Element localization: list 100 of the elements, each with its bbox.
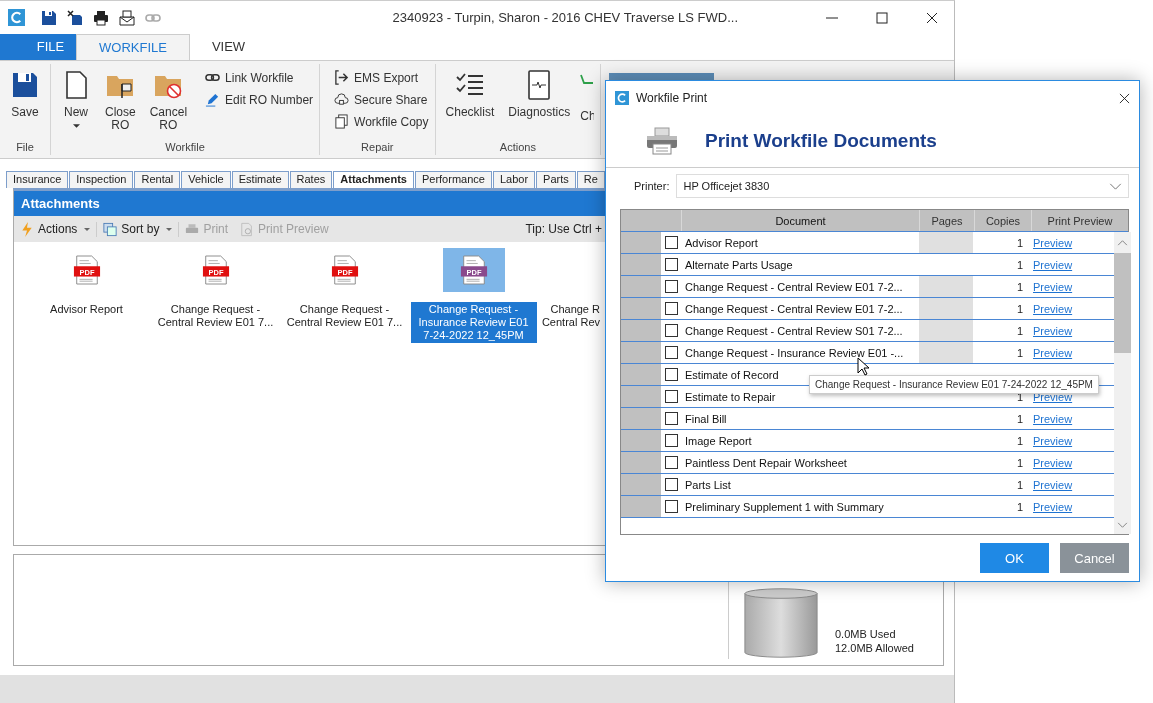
column-header[interactable]: Copies (974, 210, 1031, 231)
bolt-icon (20, 221, 34, 237)
pane-tab[interactable]: Rental (134, 171, 181, 188)
dialog-title: Workfile Print (636, 91, 708, 105)
ribbon-button[interactable]: Edit RO Number (205, 92, 314, 107)
table-cell: Parts List (685, 478, 731, 491)
save-icon[interactable] (41, 9, 57, 26)
preview-link[interactable]: Preview (1033, 258, 1073, 271)
table-cell: 1 (1016, 302, 1023, 315)
ribbon-button[interactable]: Checklist (441, 70, 499, 141)
table-row[interactable]: Change Request - Insurance Review E01 -... 1 Preview (621, 342, 1114, 364)
tooltip: Change Request - Insurance Review E01 7-24-2022 12_45PM (809, 375, 1099, 394)
ribbon-tab[interactable]: VIEW (189, 34, 268, 60)
close-icon[interactable] (1119, 92, 1130, 104)
checkbox[interactable] (664, 500, 678, 513)
pdf-file-icon[interactable]: PDF (459, 254, 488, 286)
pane-tab[interactable]: Parts (536, 171, 576, 188)
maximize-icon[interactable] (876, 11, 888, 24)
checkbox[interactable] (664, 302, 678, 315)
column-header[interactable]: Pages (919, 210, 974, 231)
table-row[interactable]: Change Request - Central Review E01 7-2... 1 Preview (621, 298, 1114, 320)
checkbox[interactable] (664, 236, 678, 249)
ribbon-button[interactable]: New (57, 70, 95, 141)
ribbon-button[interactable]: Ch (580, 70, 595, 141)
column-header[interactable]: Print Preview (1031, 210, 1128, 231)
file-name[interactable]: Change Request - Central Review E01 7... (152, 302, 279, 330)
pane-tab[interactable]: Estimate (231, 171, 289, 188)
storage-allowed: 12.0MB Allowed (835, 641, 914, 655)
printer-label: Printer: (634, 180, 670, 192)
printer-icon[interactable] (93, 9, 109, 26)
pdf-file-icon[interactable]: PDF (201, 254, 230, 286)
ribbon-button[interactable]: Workfile Copy (334, 114, 429, 129)
preview-link[interactable]: Preview (1033, 434, 1073, 447)
ribbon-button[interactable]: Secure Share (334, 92, 429, 107)
checkbox[interactable] (664, 368, 678, 381)
chevron-down-icon (1109, 182, 1122, 190)
pdf-file-icon[interactable]: PDF (330, 254, 359, 286)
toolbar-button[interactable]: Sort by (97, 221, 180, 237)
table-cell: 1 (1016, 434, 1023, 447)
pane-tab[interactable]: Rates (289, 171, 333, 188)
checkbox[interactable] (664, 346, 678, 359)
table-row[interactable]: Paintless Dent Repair Worksheet 1 Preview (621, 452, 1114, 474)
file-name[interactable]: Change R Central Rev (538, 302, 600, 330)
pane-tab[interactable]: Re (576, 171, 605, 188)
table-row[interactable]: Alternate Parts Usage 1 Preview (621, 254, 1114, 276)
file-name[interactable]: Change Request - Central Review E01 7... (281, 302, 408, 330)
checkbox[interactable] (664, 324, 678, 337)
table-row[interactable]: Image Report 1 Preview (621, 430, 1114, 452)
printer-dropdown[interactable]: HP Officejet 3830 (676, 174, 1129, 198)
file-name[interactable]: Change Request - Insurance Review E01 7-24-2022 12_45PM (410, 302, 537, 343)
preview-link[interactable]: Preview (1033, 346, 1073, 359)
ribbon-button[interactable]: Link Workfile (205, 70, 314, 85)
pane-tab[interactable]: Inspection (69, 171, 134, 188)
preview-link[interactable]: Preview (1033, 236, 1073, 249)
sort-icon (103, 221, 118, 237)
table-row[interactable]: Parts List 1 Preview (621, 474, 1114, 496)
pane-tab[interactable]: Insurance (6, 171, 69, 188)
checkbox[interactable] (664, 412, 678, 425)
ribbon-tab[interactable]: WORKFILE (76, 34, 190, 60)
pane-tab[interactable]: Vehicle (181, 171, 231, 188)
ribbon-button[interactable]: EMS Export (334, 70, 429, 85)
table-row[interactable]: Advisor Report 1 Preview (621, 232, 1114, 254)
pane-tab[interactable]: Performance (414, 171, 492, 188)
table-row[interactable]: Final Bill 1 Preview (621, 408, 1114, 430)
save-close-icon[interactable] (67, 9, 83, 26)
envelope-printer-icon[interactable] (119, 9, 135, 26)
ribbon-tab[interactable]: FILE (0, 34, 76, 60)
close-icon[interactable] (926, 11, 938, 24)
table-row[interactable]: Preliminary Supplement 1 with Summary 1 Preview (621, 496, 1114, 518)
ribbon-button[interactable]: Cancel RO (145, 70, 192, 141)
copy-icon (334, 114, 350, 129)
preview-link[interactable]: Preview (1033, 280, 1073, 293)
checkbox[interactable] (664, 390, 678, 403)
toolbar-button[interactable]: Actions (14, 221, 98, 237)
scrollbar-thumb[interactable] (1114, 253, 1131, 353)
table-row[interactable]: Change Request - Central Review S01 7-2... 1 Preview (621, 320, 1114, 342)
checkbox[interactable] (664, 434, 678, 447)
ribbon-button[interactable]: Diagnostics (504, 70, 575, 141)
preview-link[interactable]: Preview (1033, 324, 1073, 337)
preview-link[interactable]: Preview (1033, 412, 1073, 425)
preview-link[interactable]: Preview (1033, 478, 1073, 491)
preview-link[interactable]: Preview (1033, 302, 1073, 315)
column-header[interactable]: Document (681, 210, 919, 231)
table-row[interactable]: Change Request - Central Review E01 7-2... 1 Preview (621, 276, 1114, 298)
scrollbar[interactable] (1114, 232, 1131, 534)
pane-tab[interactable]: Attachments (333, 171, 414, 188)
preview-link[interactable]: Preview (1033, 456, 1073, 469)
file-name[interactable]: Advisor Report (46, 302, 127, 317)
pdf-file-icon[interactable]: PDF (72, 254, 101, 286)
checkbox[interactable] (664, 280, 678, 293)
ribbon-button[interactable]: Save (6, 70, 44, 141)
dialog-button[interactable]: OK (980, 543, 1049, 573)
checkbox[interactable] (664, 456, 678, 469)
pane-tab[interactable]: Labor (492, 171, 536, 188)
checkbox[interactable] (664, 258, 678, 271)
table-cell: 1 (1016, 456, 1023, 469)
preview-link[interactable]: Preview (1033, 500, 1073, 513)
checkbox[interactable] (664, 478, 678, 491)
ribbon-button[interactable]: Close RO (101, 70, 140, 141)
table-cell: Change Request - Insurance Review E01 -... (685, 346, 904, 359)
